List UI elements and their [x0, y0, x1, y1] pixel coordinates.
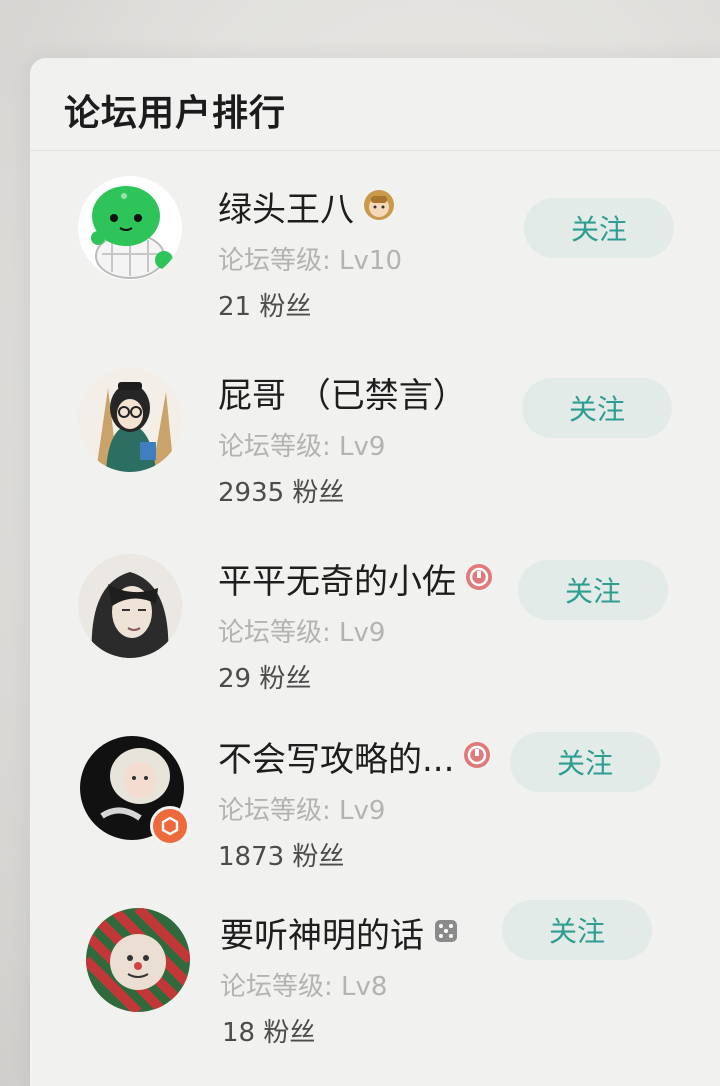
- avatar[interactable]: [78, 368, 182, 472]
- creator-badge-icon: [462, 740, 492, 774]
- anime-girl-emoji-icon: [362, 188, 396, 226]
- user-level: 论坛等级: Lv9: [218, 618, 386, 648]
- user-name-line: 不会写攻略的...: [218, 732, 492, 781]
- user-row: 绿头王八 论坛等级: Lv10 21 粉丝 关注: [30, 168, 720, 328]
- user-fans: 18 粉丝: [222, 1018, 316, 1048]
- user-ranking-panel: 论坛用户排行 绿头王八 论坛等级: Lv10 21 粉丝 关注 屁哥 （已禁言）…: [30, 58, 720, 1086]
- user-level: 论坛等级: Lv8: [220, 972, 388, 1002]
- clown-avatar-icon: [86, 908, 190, 1012]
- avatar[interactable]: [78, 176, 182, 280]
- user-fans: 29 粉丝: [218, 664, 312, 694]
- user-row: 不会写攻略的... 论坛等级: Lv9 1873 粉丝 关注: [30, 718, 720, 878]
- user-fans: 2935 粉丝: [218, 478, 345, 508]
- turtle-avatar-icon: [78, 176, 182, 280]
- follow-button[interactable]: 关注: [522, 378, 672, 438]
- user-name[interactable]: 绿头王八: [218, 182, 354, 231]
- creator-badge-icon: [464, 562, 494, 596]
- user-name[interactable]: 平平无奇的小佐: [218, 554, 456, 603]
- avatar[interactable]: [78, 554, 182, 658]
- user-level: 论坛等级: Lv9: [218, 796, 386, 826]
- user-name[interactable]: 要听神明的话: [220, 908, 424, 957]
- user-fans: 21 粉丝: [218, 292, 312, 322]
- user-name[interactable]: 屁哥 （已禁言）: [218, 368, 467, 417]
- user-level: 论坛等级: Lv9: [218, 432, 386, 462]
- user-row: 屁哥 （已禁言） 论坛等级: Lv9 2935 粉丝 关注: [30, 354, 720, 514]
- panel-title: 论坛用户排行: [64, 93, 287, 134]
- user-fans: 1873 粉丝: [218, 842, 345, 872]
- follow-button[interactable]: 关注: [502, 900, 652, 960]
- girl-glasses-avatar-icon: [78, 368, 182, 472]
- verified-badge-icon: [150, 806, 190, 846]
- avatar[interactable]: [86, 908, 190, 1012]
- dice-icon: [432, 917, 460, 949]
- user-name-line: 屁哥 （已禁言）: [218, 368, 467, 417]
- user-row: 要听神明的话 论坛等级: Lv8 18 粉丝 关注: [30, 888, 720, 1048]
- user-name[interactable]: 不会写攻略的...: [218, 732, 454, 781]
- follow-button[interactable]: 关注: [524, 198, 674, 258]
- title-divider: [30, 150, 720, 151]
- follow-button[interactable]: 关注: [518, 560, 668, 620]
- user-name-line: 要听神明的话: [220, 908, 460, 957]
- follow-button[interactable]: 关注: [510, 732, 660, 792]
- user-name-line: 绿头王八: [218, 182, 396, 231]
- user-name-line: 平平无奇的小佐: [218, 554, 494, 603]
- user-level: 论坛等级: Lv10: [218, 246, 402, 276]
- user-row: 平平无奇的小佐 论坛等级: Lv9 29 粉丝 关注: [30, 540, 720, 700]
- long-hair-man-avatar-icon: [78, 554, 182, 658]
